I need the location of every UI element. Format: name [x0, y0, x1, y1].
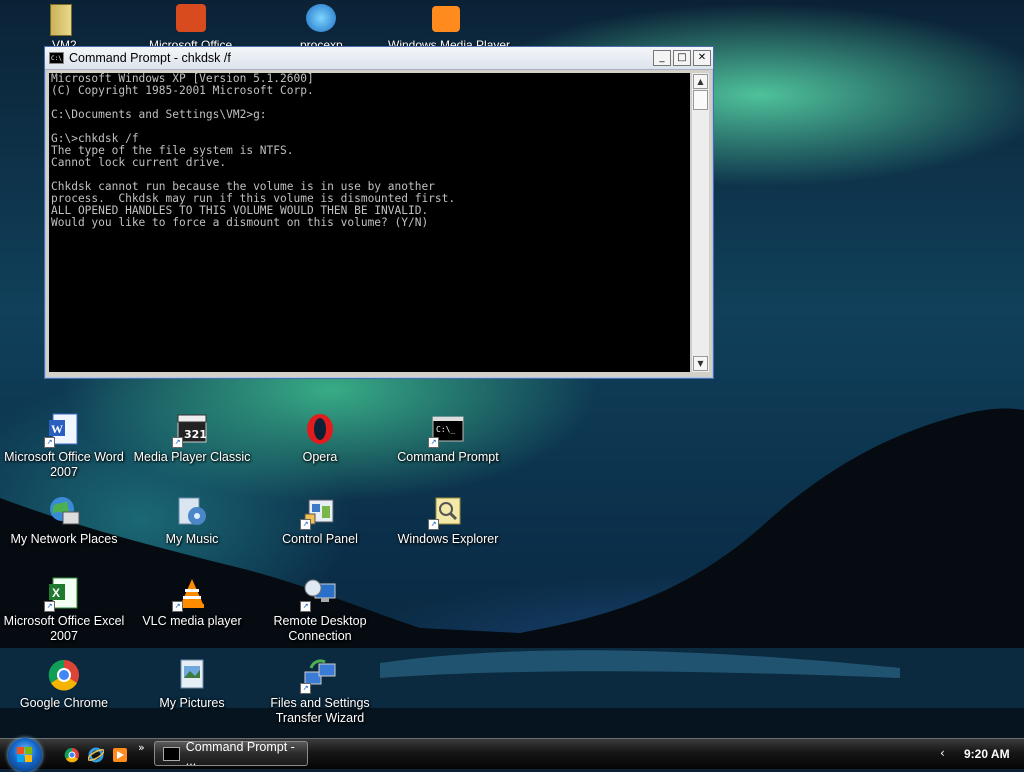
system-clock[interactable]: 9:20 AM: [964, 747, 1010, 761]
desktop-icon-label: Media Player Classic: [133, 450, 251, 464]
minimize-button[interactable]: _: [653, 50, 671, 66]
word-icon: W ↗: [44, 412, 81, 448]
svg-text:W: W: [51, 422, 63, 436]
command-prompt-icon: C:\_ ↗: [428, 412, 465, 448]
windows-logo-icon: [17, 747, 32, 762]
desktop-icon-label: Google Chrome: [19, 696, 109, 710]
start-button[interactable]: [8, 738, 42, 772]
media-player-classic-icon: 321 ↗: [172, 412, 209, 448]
vertical-scrollbar[interactable]: ▲ ▼: [691, 73, 709, 372]
taskbar-button-command-prompt[interactable]: Command Prompt - ...: [154, 739, 308, 768]
scroll-down-icon[interactable]: ▼: [693, 356, 708, 371]
remote-desktop-icon: ↗: [300, 576, 337, 612]
desktop-icon-label: Microsoft Office Excel 2007: [3, 614, 125, 643]
close-button[interactable]: ✕: [693, 50, 711, 66]
excel-icon: X ↗: [44, 576, 81, 612]
control-panel-icon: ↗: [300, 494, 337, 530]
desktop-icon-label: Control Panel: [282, 532, 358, 546]
microsoft-office-icon[interactable]: [176, 4, 206, 32]
desktop-icon-transfer-wizard[interactable]: ↗ Files and Settings Transfer Wizard: [258, 658, 382, 726]
quick-launch-more-button[interactable]: »: [138, 741, 145, 754]
procexp-icon[interactable]: [306, 4, 336, 32]
desktop-icon-label: Remote Desktop Connection: [273, 614, 367, 643]
desktop-icon-label: Files and Settings Transfer Wizard: [270, 696, 370, 725]
svg-text:C:\_: C:\_: [436, 425, 455, 434]
windows-media-player-icon[interactable]: [432, 6, 460, 32]
transfer-wizard-icon: ↗: [300, 658, 337, 694]
desktop-icon-windows-explorer[interactable]: ↗ Windows Explorer: [386, 494, 510, 547]
taskbar: » Command Prompt - ... ‹ 9:20 AM: [0, 738, 1024, 772]
desktop-icon-remote-desktop[interactable]: ↗ Remote Desktop Connection: [258, 576, 382, 644]
desktop-icon-vlc[interactable]: ↗ VLC media player: [130, 576, 254, 629]
console-line: Cannot lock current drive.: [51, 156, 227, 169]
command-prompt-icon[interactable]: C:\: [49, 52, 64, 64]
quick-launch-media-player-icon[interactable]: [112, 747, 128, 763]
desktop-icon-label: Windows Explorer: [397, 532, 499, 546]
console-line: C:\Documents and Settings\VM2>g:: [51, 108, 267, 121]
desktop-icon-label: Microsoft Office Word 2007: [4, 450, 124, 479]
console-line: (C) Copyright 1985-2001 Microsoft Corp.: [51, 84, 314, 97]
desktop-icon-google-chrome[interactable]: Google Chrome: [2, 658, 126, 711]
console-output[interactable]: Microsoft Windows XP [Version 5.1.2600] …: [49, 73, 690, 372]
console-line: [49, 121, 690, 133]
console-line: Would you like to force a dismount on th…: [51, 216, 429, 229]
command-prompt-window[interactable]: C:\ Command Prompt - chkdsk /f _ □ ✕ Mic…: [44, 46, 714, 379]
desktop-icon-word[interactable]: W ↗ Microsoft Office Word 2007: [2, 412, 126, 480]
desktop-icon-my-music[interactable]: My Music: [130, 494, 254, 547]
music-icon: [175, 494, 209, 528]
desktop-icon-label: VLC media player: [142, 614, 242, 628]
opera-icon: [303, 412, 337, 446]
desktop-icon-label: My Music: [165, 532, 219, 546]
desktop-icon-label: My Pictures: [159, 696, 225, 710]
scroll-thumb[interactable]: [693, 90, 708, 110]
maximize-button[interactable]: □: [673, 50, 691, 66]
desktop-icon-my-pictures[interactable]: My Pictures: [130, 658, 254, 711]
explorer-icon: ↗: [428, 494, 465, 530]
command-prompt-icon: [163, 746, 180, 761]
desktop-icon-label: My Network Places: [10, 532, 118, 546]
vlc-icon: ↗: [172, 576, 209, 612]
window-title: Command Prompt - chkdsk /f: [69, 51, 231, 65]
svg-text:321: 321: [184, 428, 207, 441]
pictures-icon: [175, 658, 209, 692]
chrome-icon: [47, 658, 81, 692]
desktop-icon-excel[interactable]: X ↗ Microsoft Office Excel 2007: [2, 576, 126, 644]
network-places-icon: [47, 494, 81, 528]
quick-launch-chrome-icon[interactable]: [64, 747, 80, 763]
desktop-icon-network-places[interactable]: My Network Places: [2, 494, 126, 547]
vm2-folder-icon[interactable]: [50, 4, 72, 36]
window-titlebar[interactable]: C:\ Command Prompt - chkdsk /f _ □ ✕: [45, 47, 713, 70]
desktop-icon-label: Command Prompt: [397, 450, 499, 464]
desktop-icon-command-prompt[interactable]: C:\_ ↗ Command Prompt: [386, 412, 510, 465]
show-hidden-icons-icon[interactable]: ‹: [940, 746, 945, 760]
quick-launch-ie-icon[interactable]: [88, 747, 104, 763]
desktop-icon-label: Opera: [302, 450, 338, 464]
desktop-icon-media-player-classic[interactable]: 321 ↗ Media Player Classic: [130, 412, 254, 465]
scroll-up-icon[interactable]: ▲: [693, 74, 708, 89]
svg-text:X: X: [52, 586, 60, 600]
taskbar-button-label: Command Prompt - ...: [185, 739, 295, 768]
desktop-icon-opera[interactable]: Opera: [258, 412, 382, 465]
desktop-icon-control-panel[interactable]: ↗ Control Panel: [258, 494, 382, 547]
